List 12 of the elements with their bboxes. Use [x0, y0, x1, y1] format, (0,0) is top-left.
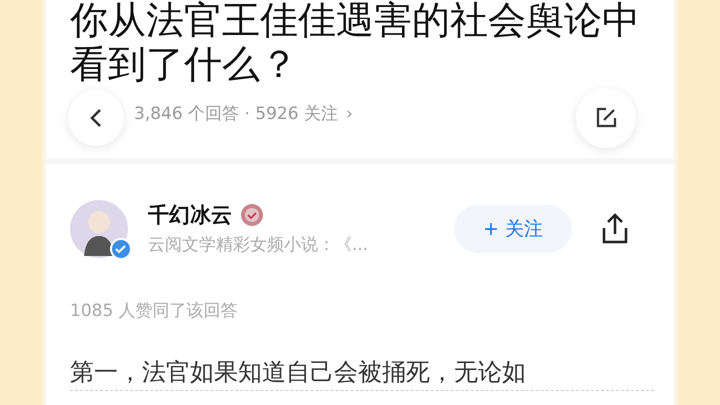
back-icon	[89, 108, 103, 128]
badge-icon	[240, 203, 264, 228]
question-title: 你从法官王佳佳遇害的社会舆论中看到了什么？	[70, 0, 640, 86]
author-bio: 云阅文学精彩女频小说：《...	[148, 234, 370, 257]
answer-text: 第一，法官如果知道自己会被捅死，无论如	[70, 354, 654, 391]
share-icon[interactable]	[600, 212, 630, 246]
chevron-icon[interactable]: ›	[346, 102, 353, 128]
follow-button[interactable]: + 关注	[454, 205, 572, 253]
edit-icon	[595, 107, 617, 129]
upvote-count: 1085 人赞同了该回答	[70, 300, 239, 322]
answer-count: 3,846 个回答 · 5926 关注	[134, 103, 338, 126]
author-name[interactable]: 千幻冰云	[148, 200, 232, 231]
